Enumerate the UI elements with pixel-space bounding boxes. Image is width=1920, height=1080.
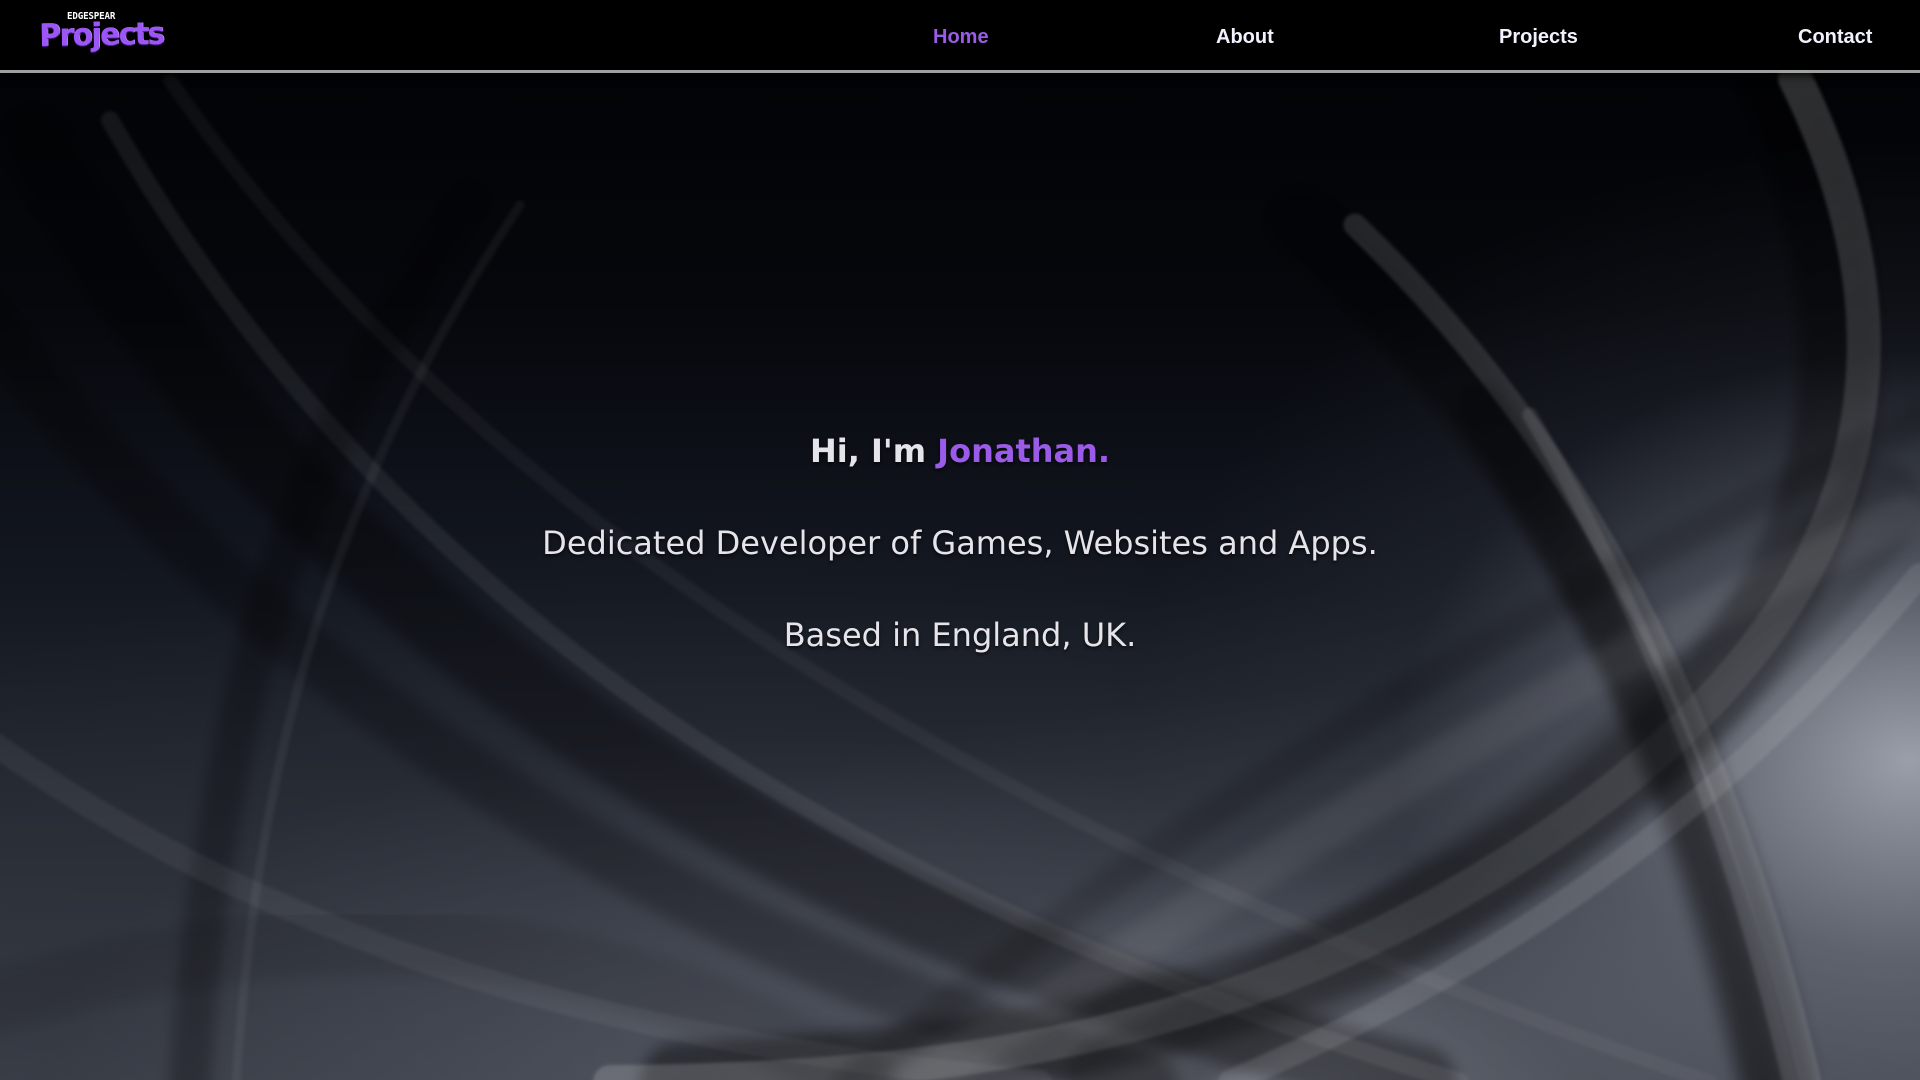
site-header: EDGESPEAR Projects Home About Projects C… — [0, 0, 1920, 70]
nav-contact-link[interactable]: Contact — [1798, 25, 1872, 49]
portfolio-page: EDGESPEAR Projects Home About Projects C… — [0, 0, 1920, 1080]
greeting-prefix: Hi, I'm — [809, 432, 938, 470]
hero-name: Jonathan. — [937, 432, 1111, 470]
logo-main-text: Projects — [38, 15, 164, 54]
hero-greeting: Hi, I'm Jonathan. — [0, 431, 1920, 471]
edgespear-projects-logo[interactable]: EDGESPEAR Projects — [39, 11, 164, 61]
nav-about-link[interactable]: About — [1216, 25, 1274, 49]
hero-description: Dedicated Developer of Games, Websites a… — [542, 524, 1378, 562]
nav-projects-link[interactable]: Projects — [1499, 25, 1578, 49]
hero-section: Hi, I'm Jonathan. Dedicated Developer of… — [0, 0, 1920, 1080]
nav-home-link[interactable]: Home — [933, 25, 989, 49]
hero-location: Based in England, UK. — [783, 616, 1137, 654]
